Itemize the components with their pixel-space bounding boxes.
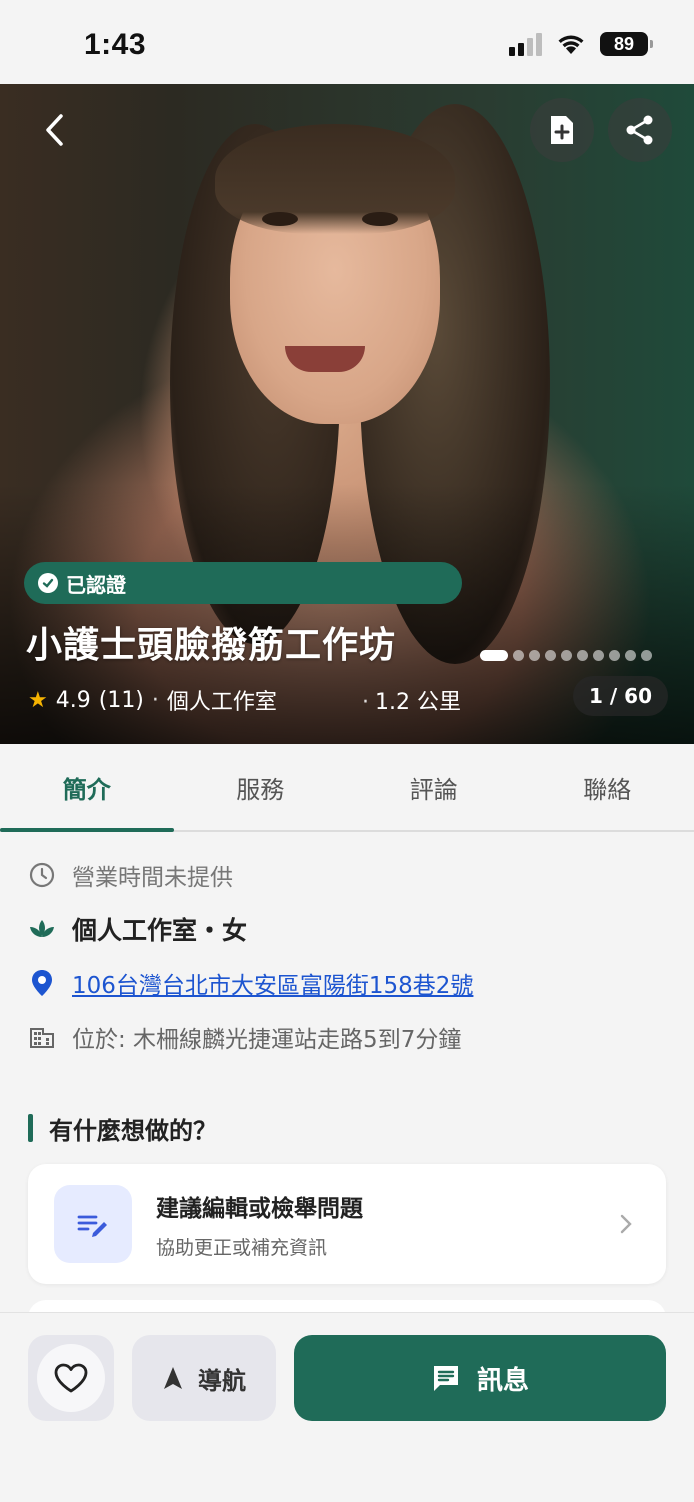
carousel-dot[interactable] bbox=[641, 650, 652, 661]
tab-reviews[interactable]: 評論 bbox=[347, 744, 521, 830]
add-document-button[interactable] bbox=[530, 98, 594, 162]
star-icon: ★ bbox=[28, 687, 48, 713]
chevron-left-icon bbox=[46, 114, 63, 146]
section-title: 有什麼想做的？ bbox=[28, 1112, 217, 1145]
location-pin-icon bbox=[28, 969, 56, 997]
share-icon bbox=[626, 115, 653, 145]
address-row[interactable]: 106台灣台北市大安區富陽街158巷2號 bbox=[28, 956, 668, 1010]
building-icon bbox=[28, 1023, 56, 1051]
back-button[interactable] bbox=[22, 98, 86, 162]
tab-intro[interactable]: 簡介 bbox=[0, 744, 174, 832]
photo-counter: 1 / 60 bbox=[573, 676, 668, 716]
battery-icon: 89 bbox=[600, 32, 653, 56]
info-list: 營業時間未提供 個人工作室・女 106台灣台北市大安區富陽街158巷2號 位於:… bbox=[28, 848, 668, 1064]
type-row: 個人工作室・女 bbox=[28, 902, 668, 956]
distance-label: · 1.2 公里 bbox=[362, 690, 461, 715]
tab-contact[interactable]: 聯絡 bbox=[521, 744, 694, 830]
card-subtitle: 協助更正或補充資訊 bbox=[156, 1236, 328, 1259]
status-time: 1:43 bbox=[84, 28, 147, 61]
navigation-arrow-icon bbox=[164, 1367, 182, 1389]
hours-row: 營業時間未提供 bbox=[28, 848, 668, 902]
navigate-button[interactable]: 導航 bbox=[132, 1335, 276, 1421]
station-text: 位於: 木柵線麟光捷運站走路5到7分鐘 bbox=[72, 1027, 462, 1053]
share-button[interactable] bbox=[608, 98, 672, 162]
navigate-label: 導航 bbox=[198, 1366, 246, 1395]
hero-photo[interactable]: 已認證 小護士頭臉撥筋工作坊 ★ 4.9 (11) · 個人工作室 · 1.2 公… bbox=[0, 84, 694, 744]
clock-icon bbox=[28, 861, 56, 889]
message-label: 訊息 bbox=[476, 1365, 529, 1396]
message-button[interactable]: 訊息 bbox=[294, 1335, 666, 1421]
verified-label: 已認證 bbox=[66, 572, 126, 597]
check-circle-icon bbox=[38, 573, 58, 593]
station-row: 位於: 木柵線麟光捷運站走路5到7分鐘 bbox=[28, 1010, 668, 1064]
bottom-action-bar: 導航 訊息 bbox=[0, 1312, 694, 1502]
tab-services[interactable]: 服務 bbox=[174, 744, 348, 830]
carousel-dot[interactable] bbox=[609, 650, 620, 661]
carousel-dot[interactable] bbox=[577, 650, 588, 661]
wifi-icon bbox=[558, 35, 584, 54]
favorite-button[interactable] bbox=[28, 1335, 114, 1421]
edit-note-icon bbox=[54, 1185, 132, 1263]
address-link[interactable]: 106台灣台北市大安區富陽街158巷2號 bbox=[72, 966, 473, 1000]
review-count: (11) bbox=[98, 687, 144, 713]
type-text: 個人工作室・女 bbox=[72, 916, 248, 945]
shop-title: 小護士頭臉撥筋工作坊 bbox=[26, 625, 397, 666]
tab-bar: 簡介 服務 評論 聯絡 bbox=[0, 744, 694, 832]
carousel-dots bbox=[480, 650, 652, 661]
hours-text: 營業時間未提供 bbox=[72, 865, 233, 891]
card-title: 建議編輯或檢舉問題 bbox=[156, 1195, 363, 1222]
carousel-dot[interactable] bbox=[593, 650, 604, 661]
suggest-edit-card[interactable]: 建議編輯或檢舉問題 協助更正或補充資訊 bbox=[28, 1164, 666, 1284]
carousel-dot[interactable] bbox=[625, 650, 636, 661]
verified-badge: 已認證 bbox=[24, 562, 462, 604]
add-document-icon bbox=[551, 116, 573, 144]
heart-icon bbox=[54, 1363, 88, 1393]
rating-value: 4.9 bbox=[55, 687, 91, 713]
carousel-dot[interactable] bbox=[561, 650, 572, 661]
carousel-dot[interactable] bbox=[480, 650, 508, 661]
category-label: 個人工作室 bbox=[166, 690, 277, 715]
carousel-dot[interactable] bbox=[545, 650, 556, 661]
status-bar: 1:43 89 bbox=[0, 0, 694, 84]
carousel-dot[interactable] bbox=[513, 650, 524, 661]
spa-lotus-icon bbox=[28, 915, 56, 943]
rating-row[interactable]: ★ 4.9 (11) · 個人工作室 bbox=[28, 684, 277, 716]
status-icons: 89 bbox=[509, 32, 653, 56]
chevron-right-icon bbox=[620, 1214, 632, 1234]
cellular-signal-icon bbox=[509, 32, 542, 56]
carousel-dot[interactable] bbox=[529, 650, 540, 661]
message-icon bbox=[433, 1366, 458, 1391]
